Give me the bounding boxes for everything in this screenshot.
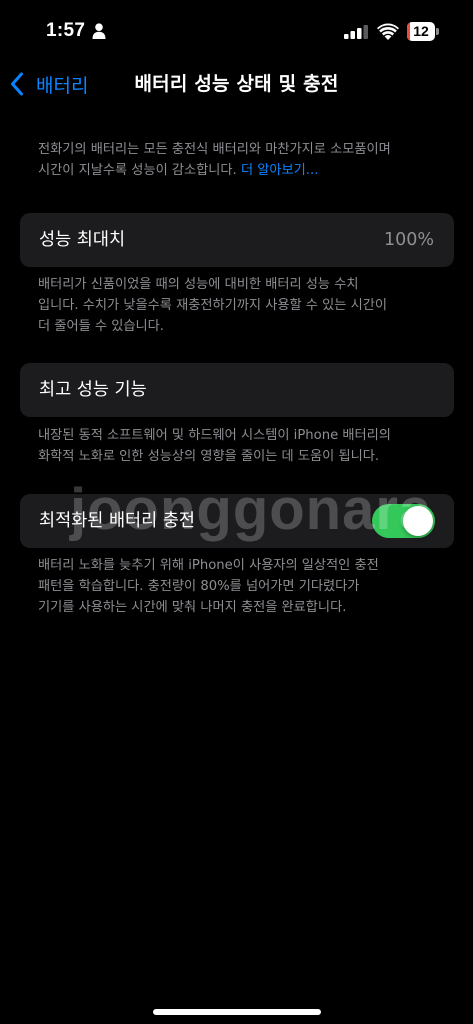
intro-text: 전화기의 배터리는 모든 충전식 배터리와 마찬가지로 소모품이며 시간이 지날… bbox=[38, 139, 444, 181]
max-capacity-cell: 성능 최대치 100% bbox=[20, 213, 454, 267]
intro-body: 전화기의 배터리는 모든 충전식 배터리와 마찬가지로 소모품이며 시간이 지날… bbox=[38, 142, 391, 178]
wifi-icon bbox=[377, 23, 399, 40]
optimized-charging-toggle[interactable] bbox=[372, 504, 435, 538]
battery-body: 12 bbox=[407, 22, 435, 41]
person-fill-icon bbox=[92, 23, 106, 39]
max-capacity-value: 100% bbox=[383, 230, 434, 250]
battery-level: 12 bbox=[413, 23, 429, 39]
home-indicator[interactable] bbox=[153, 1009, 321, 1015]
toggle-knob bbox=[403, 506, 433, 536]
peak-performance-caption: 내장된 동적 소프트웨어 및 하드웨어 시스템이 iPhone 배터리의 화학적… bbox=[38, 428, 391, 464]
back-button[interactable]: 배터리 bbox=[10, 69, 88, 99]
status-time: 1:57 bbox=[46, 20, 86, 41]
peak-performance-label: 최고 성능 기능 bbox=[39, 380, 147, 400]
chevron-left-icon bbox=[11, 72, 23, 96]
optimized-charging-caption: 배터리 노화를 늦추기 위해 iPhone이 사용자의 일상적인 충전 패턴을 … bbox=[38, 558, 379, 615]
cellular-signal-icon bbox=[344, 25, 368, 39]
max-capacity-caption: 배터리가 신품이었을 때의 성능에 대비한 배터리 성능 수치 입니다. 수치가… bbox=[38, 277, 387, 334]
learn-more-link[interactable]: 더 알아보기... bbox=[241, 163, 318, 178]
battery-icon: 12 bbox=[407, 22, 439, 41]
optimized-charging-cell: 최적화된 배터리 충전 bbox=[20, 494, 454, 548]
back-label: 배터리 bbox=[36, 74, 89, 97]
status-bar: 1:57 12 bbox=[0, 0, 473, 64]
peak-performance-cell[interactable]: 최고 성능 기능 bbox=[20, 363, 454, 417]
optimized-charging-label: 최적화된 배터리 충전 bbox=[39, 511, 196, 531]
max-capacity-label: 성능 최대치 bbox=[39, 230, 126, 250]
battery-cap bbox=[436, 28, 439, 35]
nav-bar: 배터리 성능 상태 및 충전 배터리 bbox=[0, 64, 473, 104]
